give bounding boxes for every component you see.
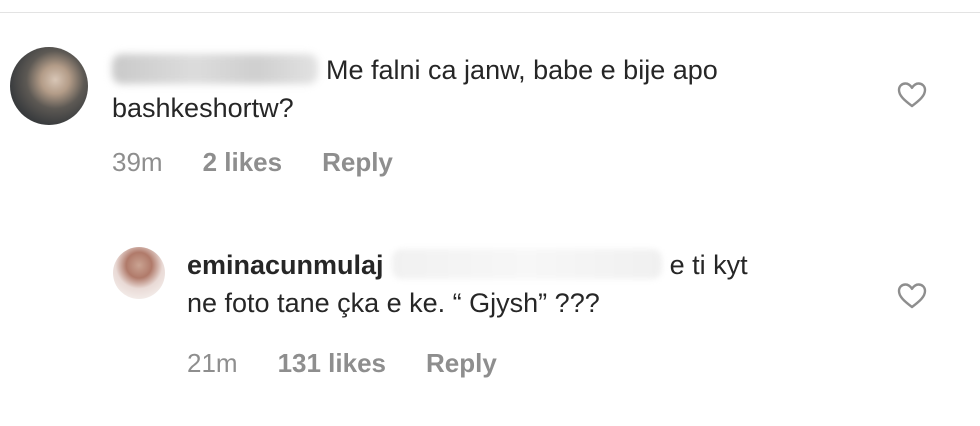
comment-meta: 39m 2 likes Reply [112, 147, 393, 178]
avatar[interactable] [10, 47, 88, 125]
comment-meta: 21m 131 likes Reply [187, 348, 497, 379]
comment-time: 21m [187, 348, 238, 378]
comment-body: Me falni ca janw, babe e bije apo bashke… [112, 51, 872, 127]
likes-count[interactable]: 2 likes [203, 147, 283, 178]
username[interactable]: eminacunmulaj [187, 250, 384, 280]
username-blurred[interactable] [112, 54, 318, 84]
reply-button[interactable]: Reply [426, 348, 497, 379]
heart-outline-icon[interactable] [897, 81, 927, 109]
mention-blurred[interactable] [391, 249, 662, 279]
top-divider [0, 12, 980, 13]
avatar[interactable] [113, 247, 165, 299]
reply-button[interactable]: Reply [322, 147, 393, 178]
heart-outline-icon[interactable] [897, 282, 927, 310]
comment-text-line2: ne foto tane çka e ke. “ Gjysh” ??? [187, 288, 600, 318]
likes-count[interactable]: 131 likes [278, 348, 386, 379]
comment-text-line1: e ti kyt [669, 250, 748, 280]
comment-time: 39m [112, 147, 163, 177]
comment-body: eminacunmulaj e ti kyt ne foto tane çka e… [187, 246, 847, 322]
